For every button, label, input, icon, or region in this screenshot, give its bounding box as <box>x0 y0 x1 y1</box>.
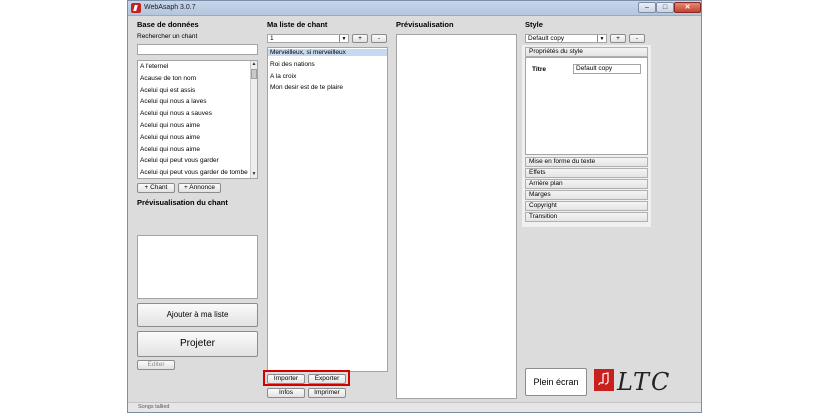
title-bar: WebAsaph 3.0.7 – □ ✕ <box>128 1 701 16</box>
status-bar: Songs tallied <box>128 402 701 412</box>
list-select[interactable]: 1 ▼ <box>267 34 349 43</box>
song-list-item[interactable]: Acelui qui nous aime <box>140 122 200 129</box>
ltc-logo-icon <box>594 369 614 391</box>
song-list-item[interactable]: Acelui qui peut vous garder de tombe <box>140 169 248 176</box>
scroll-thumb[interactable] <box>251 69 257 79</box>
song-list-item[interactable]: Acelui qui nous aime <box>140 134 200 141</box>
add-list-button[interactable]: + <box>352 34 368 43</box>
app-logo-icon <box>131 3 141 13</box>
song-list-item[interactable]: Acelui qui nous a sauves <box>140 110 212 117</box>
remove-list-button[interactable]: - <box>371 34 387 43</box>
song-list-scrollbar[interactable]: ▲ ▼ <box>250 61 257 178</box>
info-button[interactable]: Infos <box>267 388 305 398</box>
song-list-item[interactable]: A l'eternel <box>140 63 168 70</box>
database-heading: Base de données <box>137 20 199 29</box>
add-announce-button[interactable]: + Annonce <box>178 183 221 193</box>
print-button[interactable]: Imprimer <box>308 388 346 398</box>
highlight-box <box>263 370 350 386</box>
song-list[interactable]: ▲ ▼ A l'eternel Acause de ton nom Acelui q… <box>137 60 258 179</box>
style-section-header[interactable]: Effets <box>525 168 648 178</box>
app-window: WebAsaph 3.0.7 – □ ✕ Base de données Rec… <box>127 0 702 413</box>
edit-button[interactable]: Editer <box>137 360 175 370</box>
fullscreen-button[interactable]: Plein écran <box>525 368 587 396</box>
project-button[interactable]: Projeter <box>137 331 258 357</box>
song-list-item[interactable]: Acelui qui peut vous garder <box>140 157 219 164</box>
minimize-button[interactable]: – <box>638 2 656 13</box>
style-section-header[interactable]: Arrière plan <box>525 179 648 189</box>
song-preview-area <box>137 235 258 299</box>
title-label: Titre <box>532 66 546 73</box>
title-input[interactable]: Default copy <box>573 64 641 74</box>
style-heading: Style <box>525 20 543 29</box>
my-list-heading: Ma liste de chant <box>267 20 328 29</box>
window-title: WebAsaph 3.0.7 <box>144 4 196 11</box>
style-properties-header[interactable]: Propriétés du style <box>525 47 648 57</box>
chevron-down-icon[interactable]: ▼ <box>597 35 606 42</box>
style-section-header[interactable]: Mise en forme du texte <box>525 157 648 167</box>
scroll-up-icon[interactable]: ▲ <box>251 61 257 68</box>
preview-heading: Prévisualisation <box>396 20 454 29</box>
style-select[interactable]: Default copy ▼ <box>525 34 607 43</box>
chevron-down-icon[interactable]: ▼ <box>339 35 348 42</box>
close-button[interactable]: ✕ <box>674 2 701 13</box>
search-input[interactable] <box>137 44 258 55</box>
my-list-item[interactable]: A la croix <box>268 73 387 80</box>
style-section-header[interactable]: Marges <box>525 190 648 200</box>
song-list-item[interactable]: Acelui qui est assis <box>140 87 195 94</box>
my-list-item[interactable]: Merveilleux, si merveilleux <box>268 49 387 56</box>
add-song-button[interactable]: + Chant <box>137 183 175 193</box>
style-properties-content: Titre Default copy <box>525 57 648 155</box>
ltc-logo-text: LTC <box>617 368 672 396</box>
my-list-item[interactable]: Mon desir est de te plaire <box>268 84 387 91</box>
add-style-button[interactable]: + <box>610 34 626 43</box>
list-select-value: 1 <box>270 35 274 42</box>
style-section-header[interactable]: Transition <box>525 212 648 222</box>
maximize-button[interactable]: □ <box>656 2 674 13</box>
remove-style-button[interactable]: - <box>629 34 645 43</box>
preview-area <box>396 34 517 399</box>
scroll-down-icon[interactable]: ▼ <box>251 171 257 178</box>
song-list-item[interactable]: Acelui qui nous aime <box>140 146 200 153</box>
style-section-header[interactable]: Copyright <box>525 201 648 211</box>
song-list-item[interactable]: Acause de ton nom <box>140 75 196 82</box>
add-to-list-button[interactable]: Ajouter à ma liste <box>137 303 258 327</box>
song-preview-heading: Prévisualisation du chant <box>137 198 228 207</box>
my-song-list[interactable]: Merveilleux, si merveilleux Roi des natio… <box>267 47 388 372</box>
style-select-value: Default copy <box>528 35 565 42</box>
song-list-item[interactable]: Acelui qui nous a laves <box>140 98 207 105</box>
music-note-icon <box>598 372 609 386</box>
search-label: Rechercher un chant <box>137 33 198 40</box>
my-list-item[interactable]: Roi des nations <box>268 61 387 68</box>
